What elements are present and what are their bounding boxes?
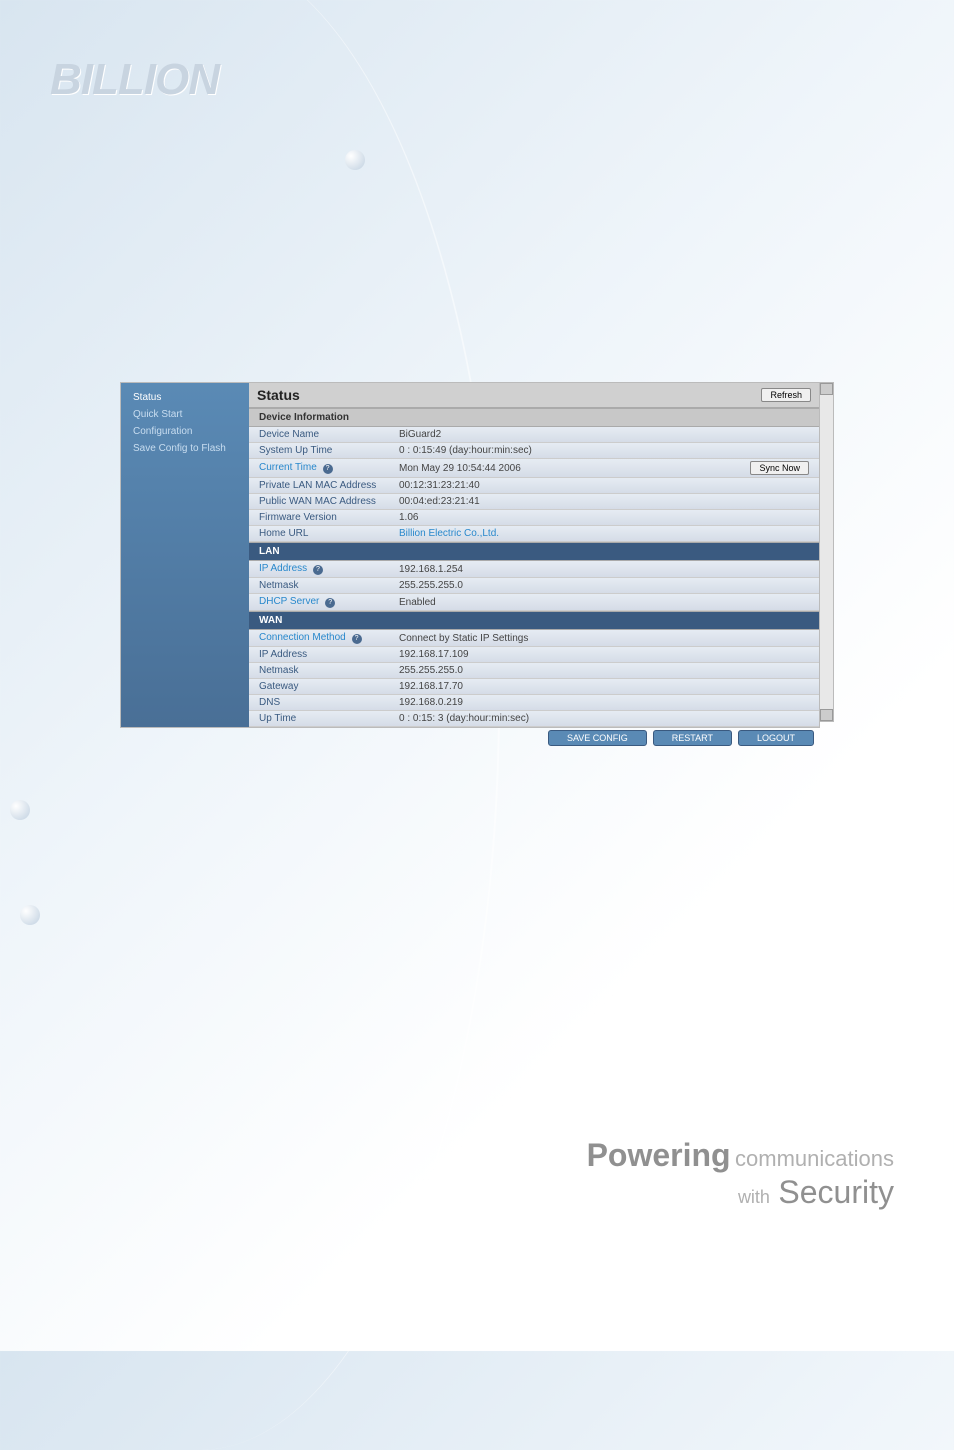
row-wan-ip: IP Address 192.168.17.109 xyxy=(249,647,819,663)
row-home-url: Home URL Billion Electric Co.,Ltd. xyxy=(249,526,819,542)
label-lan-ip[interactable]: IP Address ? xyxy=(259,563,399,575)
sidebar-item-quickstart[interactable]: Quick Start xyxy=(121,406,249,423)
row-public-mac: Public WAN MAC Address 00:04:ed:23:21:41 xyxy=(249,494,819,510)
tagline-security: Security xyxy=(778,1174,894,1210)
value-uptime: 0 : 0:15:49 (day:hour:min:sec) xyxy=(399,445,809,456)
sidebar-item-configuration[interactable]: Configuration xyxy=(121,423,249,440)
bottom-bar: SAVE CONFIG RESTART LOGOUT xyxy=(120,727,820,749)
row-uptime: System Up Time 0 : 0:15:49 (day:hour:min… xyxy=(249,443,819,459)
tagline-comm: communications xyxy=(735,1146,894,1171)
label-public-mac: Public WAN MAC Address xyxy=(259,496,399,507)
row-lan-netmask: Netmask 255.255.255.0 xyxy=(249,578,819,594)
row-lan-ip: IP Address ? 192.168.1.254 xyxy=(249,561,819,578)
tagline-with: with xyxy=(738,1187,770,1207)
scroll-thumb[interactable] xyxy=(820,383,833,395)
content-pane: Status Refresh Device Information Device… xyxy=(249,383,819,727)
label-device-name: Device Name xyxy=(259,429,399,440)
admin-panel: Status Quick Start Configuration Save Co… xyxy=(120,382,820,728)
value-wan-ip: 192.168.17.109 xyxy=(399,649,809,660)
page-title: Status xyxy=(257,387,300,403)
value-wan-dns: 192.168.0.219 xyxy=(399,697,809,708)
scroll-down-icon[interactable] xyxy=(820,709,833,721)
value-public-mac: 00:04:ed:23:21:41 xyxy=(399,496,809,507)
row-wan-netmask: Netmask 255.255.255.0 xyxy=(249,663,819,679)
value-private-mac: 00:12:31:23:21:40 xyxy=(399,480,809,491)
section-device-info: Device Information xyxy=(249,408,819,427)
label-uptime: System Up Time xyxy=(259,445,399,456)
label-lan-netmask: Netmask xyxy=(259,580,399,591)
brand-logo: BILLION xyxy=(50,55,219,105)
label-lan-dhcp[interactable]: DHCP Server ? xyxy=(259,596,399,608)
value-firmware: 1.06 xyxy=(399,512,809,523)
row-wan-gateway: Gateway 192.168.17.70 xyxy=(249,679,819,695)
label-wan-netmask: Netmask xyxy=(259,665,399,676)
row-wan-dns: DNS 192.168.0.219 xyxy=(249,695,819,711)
value-wan-gateway: 192.168.17.70 xyxy=(399,681,809,692)
label-wan-conn[interactable]: Connection Method ? xyxy=(259,632,399,644)
label-wan-gateway: Gateway xyxy=(259,681,399,692)
value-lan-netmask: 255.255.255.0 xyxy=(399,580,809,591)
row-device-name: Device Name BiGuard2 xyxy=(249,427,819,443)
logout-button[interactable]: LOGOUT xyxy=(738,730,814,746)
scrollbar[interactable] xyxy=(819,382,834,722)
value-wan-netmask: 255.255.255.0 xyxy=(399,665,809,676)
value-lan-ip: 192.168.1.254 xyxy=(399,564,809,575)
sidebar-item-status[interactable]: Status xyxy=(121,389,249,406)
label-wan-ip: IP Address xyxy=(259,649,399,660)
sidebar-nav: Status Quick Start Configuration Save Co… xyxy=(121,383,249,727)
row-private-mac: Private LAN MAC Address 00:12:31:23:21:4… xyxy=(249,478,819,494)
restart-button[interactable]: RESTART xyxy=(653,730,732,746)
section-lan: LAN xyxy=(249,542,819,561)
value-wan-conn: Connect by Static IP Settings xyxy=(399,633,809,644)
sync-now-button[interactable]: Sync Now xyxy=(750,461,809,475)
label-wan-uptime: Up Time xyxy=(259,713,399,724)
save-config-button[interactable]: SAVE CONFIG xyxy=(548,730,647,746)
label-current-time[interactable]: Current Time ? xyxy=(259,462,399,474)
value-home-url: Billion Electric Co.,Ltd. xyxy=(399,528,809,539)
help-icon[interactable]: ? xyxy=(313,565,323,575)
help-icon[interactable]: ? xyxy=(352,634,362,644)
row-wan-conn: Connection Method ? Connect by Static IP… xyxy=(249,630,819,647)
label-home-url: Home URL xyxy=(259,528,399,539)
value-wan-uptime: 0 : 0:15: 3 (day:hour:min:sec) xyxy=(399,713,809,724)
row-wan-uptime: Up Time 0 : 0:15: 3 (day:hour:min:sec) xyxy=(249,711,819,727)
label-private-mac: Private LAN MAC Address xyxy=(259,480,399,491)
tagline: Powering communications with Security xyxy=(587,1137,894,1211)
help-icon[interactable]: ? xyxy=(323,464,333,474)
value-device-name: BiGuard2 xyxy=(399,429,809,440)
help-icon[interactable]: ? xyxy=(325,598,335,608)
label-firmware: Firmware Version xyxy=(259,512,399,523)
row-current-time: Current Time ? Mon May 29 10:54:44 2006 … xyxy=(249,459,819,478)
refresh-button[interactable]: Refresh xyxy=(761,388,811,402)
content-header: Status Refresh xyxy=(249,383,819,408)
label-wan-dns: DNS xyxy=(259,697,399,708)
home-url-link[interactable]: Billion Electric Co.,Ltd. xyxy=(399,528,499,539)
section-wan: WAN xyxy=(249,611,819,630)
sidebar-item-save-config[interactable]: Save Config to Flash xyxy=(121,440,249,457)
row-lan-dhcp: DHCP Server ? Enabled xyxy=(249,594,819,611)
value-lan-dhcp: Enabled xyxy=(399,597,809,608)
tagline-powering: Powering xyxy=(587,1137,731,1173)
value-current-time: Mon May 29 10:54:44 2006 xyxy=(399,463,742,474)
row-firmware: Firmware Version 1.06 xyxy=(249,510,819,526)
